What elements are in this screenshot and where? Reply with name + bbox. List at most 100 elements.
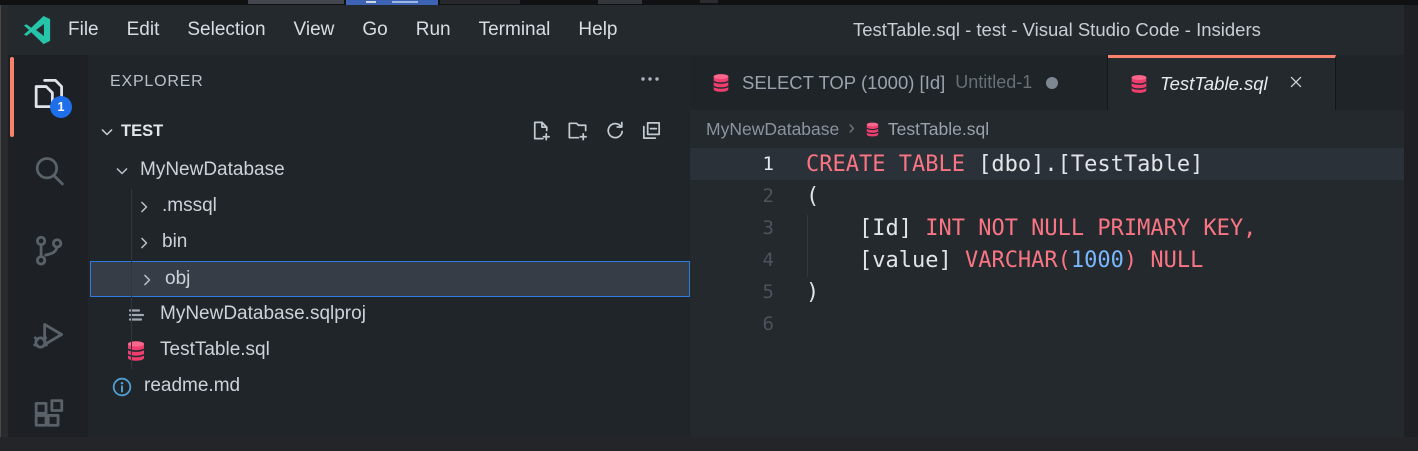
sidebar-title: EXPLORER bbox=[110, 73, 204, 91]
window-title: TestTable.sql - test - Visual Studio Cod… bbox=[853, 5, 1261, 55]
menu-item-terminal[interactable]: Terminal bbox=[465, 13, 565, 47]
menu-label: Run bbox=[416, 19, 451, 41]
tab-description: Untitled-1 bbox=[955, 72, 1032, 93]
sqlproj-icon bbox=[124, 303, 148, 327]
activity-badge: 1 bbox=[50, 96, 72, 118]
badge-count: 1 bbox=[58, 100, 65, 114]
code-line-3[interactable]: 3 [Id] INT NOT NULL PRIMARY KEY, bbox=[690, 212, 1404, 244]
menu-item-help[interactable]: Help bbox=[564, 13, 631, 47]
extensions-icon bbox=[30, 396, 67, 438]
menu-item-file[interactable]: File bbox=[54, 13, 113, 47]
screen-edge-artifact bbox=[0, 5, 8, 437]
code-segment: 1000 bbox=[1071, 248, 1124, 273]
tree-item-label: .mssql bbox=[162, 195, 217, 217]
info-icon bbox=[110, 375, 134, 399]
search-icon bbox=[30, 152, 67, 194]
code-text: ) bbox=[774, 280, 819, 305]
code-text: ( bbox=[774, 184, 819, 209]
breadcrumb-item[interactable]: MyNewDatabase bbox=[706, 119, 839, 140]
tree-indent-guide bbox=[131, 189, 132, 369]
editor-group: SELECT TOP (1000) [Id]Untitled-1TestTabl… bbox=[690, 55, 1404, 437]
chevron-down-icon bbox=[112, 161, 132, 181]
line-number: 6 bbox=[690, 313, 774, 335]
menu-item-selection[interactable]: Selection bbox=[173, 13, 279, 47]
line-number: 1 bbox=[690, 153, 774, 175]
activity-item-search[interactable] bbox=[8, 145, 88, 201]
tab-close-button[interactable] bbox=[1284, 72, 1308, 96]
activity-item-source-control[interactable] bbox=[8, 225, 88, 281]
explorer-sidebar: EXPLORER TEST MyNewDatabase .mssql bin obj M… bbox=[88, 55, 690, 437]
tree-item-label: readme.md bbox=[144, 375, 240, 397]
title-bar: File Edit Selection View Go Run Terminal Help T… bbox=[8, 5, 1404, 55]
new-folder-button[interactable] bbox=[565, 119, 589, 147]
section-label: TEST bbox=[121, 122, 163, 141]
code-segment: NULL bbox=[1150, 248, 1203, 273]
activity-item-explorer[interactable]: 1 bbox=[8, 68, 88, 124]
code-line-4[interactable]: 4 [value] VARCHAR(1000) NULL bbox=[690, 244, 1404, 276]
breadcrumb-item[interactable]: TestTable.sql bbox=[888, 119, 989, 140]
menu-label: Go bbox=[362, 19, 387, 41]
editor-tab-untitled-1[interactable]: SELECT TOP (1000) [Id]Untitled-1 bbox=[690, 55, 1108, 110]
tree-item-label: bin bbox=[162, 231, 187, 253]
tree-item-testtable-sql[interactable]: TestTable.sql bbox=[88, 333, 690, 369]
database-icon bbox=[710, 71, 732, 95]
tree-item-readme-md[interactable]: readme.md bbox=[88, 369, 690, 405]
menu-item-view[interactable]: View bbox=[280, 13, 349, 47]
screen-edge-artifact bbox=[392, 1, 418, 3]
chevron-right-icon bbox=[137, 270, 157, 290]
chevron-right-icon bbox=[134, 197, 154, 217]
menu-label: Help bbox=[578, 19, 617, 41]
code-line-2[interactable]: 2( bbox=[690, 180, 1404, 212]
code-text: [Id] INT NOT NULL PRIMARY KEY, bbox=[774, 216, 1256, 241]
menu-label: Selection bbox=[187, 19, 265, 41]
collapse-folders-button[interactable] bbox=[639, 119, 663, 147]
tree-item-label: obj bbox=[165, 268, 190, 290]
screen-edge-artifact bbox=[700, 0, 718, 3]
new-file-button[interactable] bbox=[528, 119, 552, 147]
screen-edge-artifact bbox=[1404, 5, 1418, 437]
code-editor[interactable]: 1CREATE TABLE [dbo].[TestTable]2(3 [Id] … bbox=[690, 148, 1404, 437]
menu-item-run[interactable]: Run bbox=[402, 13, 465, 47]
menu-label: Terminal bbox=[479, 19, 551, 41]
code-segment: [Id] bbox=[806, 216, 925, 241]
tree-item--mssql[interactable]: .mssql bbox=[88, 189, 690, 225]
section-actions bbox=[528, 119, 663, 147]
tree-item-obj[interactable]: obj bbox=[90, 261, 690, 297]
section-header-test[interactable]: TEST bbox=[88, 115, 690, 153]
code-segment: ) bbox=[1124, 248, 1151, 273]
screen-edge-artifact bbox=[440, 0, 520, 4]
editor-tab-testtable-sql[interactable]: TestTable.sql bbox=[1108, 55, 1336, 110]
menu-label: File bbox=[68, 19, 99, 41]
source-control-icon bbox=[30, 232, 67, 274]
line-number: 4 bbox=[690, 249, 774, 271]
chevron-down-icon bbox=[97, 122, 117, 142]
code-segment: CREATE TABLE bbox=[806, 152, 978, 177]
tree-item-mynewdatabase[interactable]: MyNewDatabase bbox=[88, 153, 690, 189]
modified-dot-icon bbox=[1046, 77, 1058, 89]
tree-item-label: MyNewDatabase.sqlproj bbox=[160, 303, 366, 325]
breadcrumb: MyNewDatabase›TestTable.sql bbox=[690, 110, 1404, 148]
screen-edge-artifact bbox=[0, 437, 1418, 451]
tree-item-mynewdatabase-sqlproj[interactable]: MyNewDatabase.sqlproj bbox=[88, 297, 690, 333]
menu-item-go[interactable]: Go bbox=[348, 13, 401, 47]
new-file-icon bbox=[529, 119, 552, 147]
menu-item-edit[interactable]: Edit bbox=[113, 13, 174, 47]
code-segment: ) bbox=[806, 280, 819, 305]
screen-edge-artifact bbox=[248, 0, 344, 4]
tree-item-bin[interactable]: bin bbox=[88, 225, 690, 261]
code-segment: INT NOT NULL PRIMARY KEY, bbox=[925, 216, 1256, 241]
database-icon bbox=[1128, 72, 1150, 96]
views-and-more-actions-button[interactable] bbox=[636, 69, 664, 93]
code-line-5[interactable]: 5) bbox=[690, 276, 1404, 308]
line-number: 3 bbox=[690, 217, 774, 239]
tab-bar: SELECT TOP (1000) [Id]Untitled-1TestTabl… bbox=[690, 55, 1404, 110]
code-line-1[interactable]: 1CREATE TABLE [dbo].[TestTable] bbox=[690, 148, 1404, 180]
bracket-indent-guide bbox=[807, 215, 808, 277]
ellipsis-icon bbox=[638, 67, 662, 96]
code-line-6[interactable]: 6 bbox=[690, 308, 1404, 340]
tree-item-label: TestTable.sql bbox=[160, 339, 270, 361]
refresh-explorer-button[interactable] bbox=[602, 119, 626, 147]
code-text: [value] VARCHAR(1000) NULL bbox=[774, 248, 1203, 273]
activity-item-run-and-debug[interactable] bbox=[8, 309, 88, 365]
code-segment: ( bbox=[806, 184, 819, 209]
